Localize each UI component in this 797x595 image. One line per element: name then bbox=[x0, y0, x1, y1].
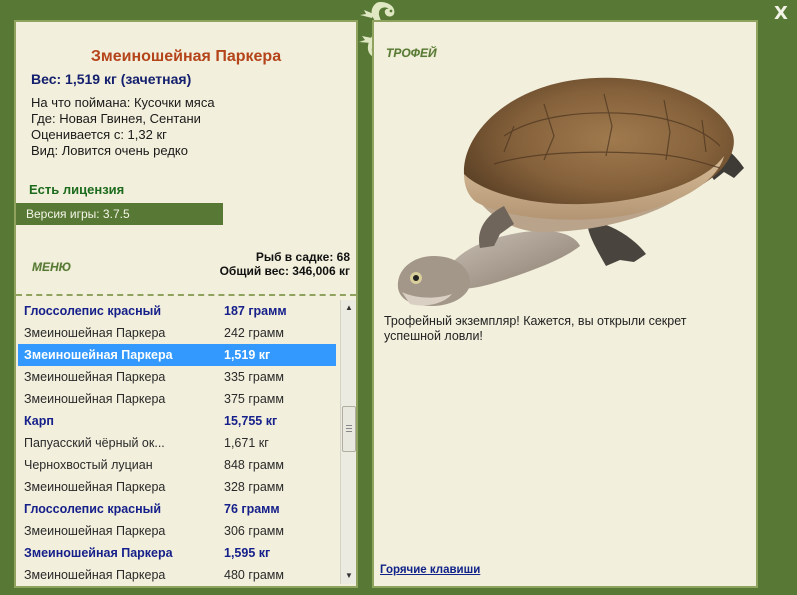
fish-list-row[interactable]: Змеиношейная Паркера 306 грамм bbox=[18, 520, 336, 542]
scroll-up-arrow-icon[interactable]: ▲ bbox=[341, 300, 357, 316]
fish-row-name: Змеиношейная Паркера bbox=[24, 348, 173, 362]
fish-row-weight: 480 грамм bbox=[224, 568, 284, 582]
close-button[interactable]: X bbox=[771, 4, 791, 24]
fish-row-name: Змеиношейная Паркера bbox=[24, 568, 166, 582]
rarity-info: Вид: Ловится очень редко bbox=[31, 143, 188, 158]
trophy-panel: ТРОФЕЙ Трофейный экземпляр! Кажется, вы … bbox=[372, 20, 758, 588]
keepnet-fish-count: Рыб в садке: 68 bbox=[255, 250, 350, 264]
fish-list-row[interactable]: Змеиношейная Паркера 328 грамм bbox=[18, 476, 336, 498]
value-info: Оценивается с: 1,32 кг bbox=[31, 127, 167, 142]
fish-row-name: Змеиношейная Паркера bbox=[24, 370, 166, 384]
fish-list-row[interactable]: Змеиношейная Паркера 1,519 кг bbox=[18, 344, 336, 366]
fish-list-row[interactable]: Глоссолепис красный 187 грамм bbox=[18, 300, 336, 322]
fish-list-row[interactable]: Чернохвостый луциан 848 грамм bbox=[18, 454, 336, 476]
keepnet-stats: Рыб в садке: 68 Общий вес: 346,006 кг bbox=[220, 250, 350, 278]
fish-list-row[interactable]: Змеиношейная Паркера 1,595 кг bbox=[18, 542, 336, 564]
fish-row-weight: 306 грамм bbox=[224, 524, 284, 538]
fish-weight: Вес: 1,519 кг (зачетная) bbox=[31, 71, 192, 87]
fish-row-weight: 328 грамм bbox=[224, 480, 284, 494]
fish-list[interactable]: Глоссолепис красный 187 грамм Змеиношейная… bbox=[18, 300, 336, 584]
scroll-thumb[interactable] bbox=[342, 406, 356, 452]
fish-row-name: Змеиношейная Паркера bbox=[24, 326, 166, 340]
fish-row-name: Карп bbox=[24, 414, 54, 428]
menu-button[interactable]: МЕНЮ bbox=[32, 260, 71, 274]
fish-row-weight: 375 грамм bbox=[224, 392, 284, 406]
fish-title: Змеиношейная Паркера bbox=[90, 48, 282, 65]
fish-row-name: Глоссолепис красный bbox=[24, 304, 162, 318]
fish-list-row[interactable]: Карп 15,755 кг bbox=[18, 410, 336, 432]
fish-row-name: Змеиношейная Паркера bbox=[24, 480, 166, 494]
turtle-image bbox=[397, 77, 744, 306]
fish-row-name: Чернохвостый луциан bbox=[24, 458, 153, 472]
game-version: Версия игры: 3.7.5 bbox=[16, 203, 223, 225]
license-status: Есть лицензия bbox=[29, 182, 125, 197]
keepnet-total-weight: Общий вес: 346,006 кг bbox=[219, 264, 350, 278]
dashed-divider bbox=[16, 294, 356, 296]
fish-list-row[interactable]: Папуасский чёрный ок... 1,671 кг bbox=[18, 432, 336, 454]
fish-row-name: Змеиношейная Паркера bbox=[24, 546, 173, 560]
fish-list-scrollbar[interactable]: ▲ ▼ bbox=[340, 300, 356, 584]
fish-row-weight: 15,755 кг bbox=[224, 414, 278, 428]
game-window: X Змеиношейная Паркера Вес: 1,519 кг (за… bbox=[0, 0, 797, 595]
fish-list-row[interactable]: Змеиношейная Паркера 375 грамм bbox=[18, 388, 336, 410]
fish-row-weight: 242 грамм bbox=[224, 326, 284, 340]
fish-row-weight: 187 грамм bbox=[224, 304, 287, 318]
catch-info-panel: Змеиношейная Паркера Вес: 1,519 кг (заче… bbox=[14, 20, 358, 588]
scroll-down-arrow-icon[interactable]: ▼ bbox=[341, 568, 357, 584]
fish-row-weight: 848 грамм bbox=[224, 458, 284, 472]
fish-row-name: Глоссолепис красный bbox=[24, 502, 162, 516]
hotkeys-link[interactable]: Горячие клавиши bbox=[380, 564, 480, 576]
fish-row-weight: 335 грамм bbox=[224, 370, 284, 384]
trophy-message: Трофейный экземпляр! Кажется, вы открыли… bbox=[384, 314, 687, 343]
fish-list-row[interactable]: Глоссолепис красный 76 грамм bbox=[18, 498, 336, 520]
location-info: Где: Новая Гвинея, Сентани bbox=[31, 111, 201, 126]
fish-list-row[interactable]: Змеиношейная Паркера 242 грамм bbox=[18, 322, 336, 344]
fish-row-name: Змеиношейная Паркера bbox=[24, 392, 166, 406]
fish-list-row[interactable]: Змеиношейная Паркера 480 грамм bbox=[18, 564, 336, 584]
fish-list-row[interactable]: Змеиношейная Паркера 335 грамм bbox=[18, 366, 336, 388]
fish-row-weight: 1,519 кг bbox=[224, 348, 271, 362]
fish-row-name: Змеиношейная Паркера bbox=[24, 524, 166, 538]
fish-row-weight: 1,595 кг bbox=[224, 546, 271, 560]
fish-row-weight: 1,671 кг bbox=[224, 436, 269, 450]
fish-row-weight: 76 грамм bbox=[224, 502, 280, 516]
bait-info: На что поймана: Кусочки мяса bbox=[31, 95, 215, 110]
fish-row-name: Папуасский чёрный ок... bbox=[24, 436, 165, 450]
